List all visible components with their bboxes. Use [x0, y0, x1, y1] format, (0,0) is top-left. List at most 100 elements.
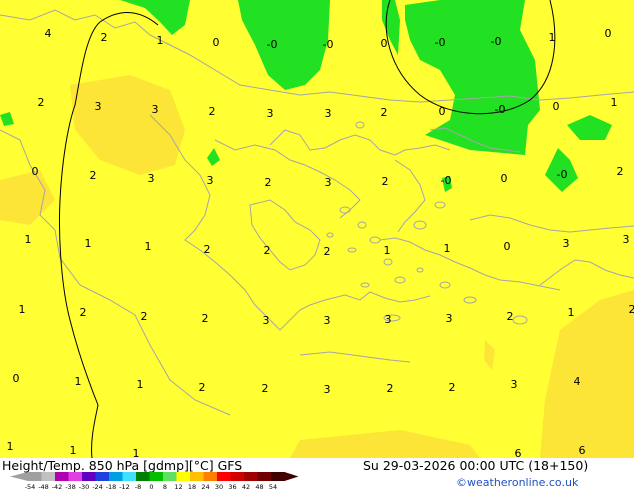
temperature-label: 4 — [574, 375, 581, 388]
temperature-label: -0 — [267, 38, 278, 51]
legend-tick-label: 48 — [255, 483, 263, 490]
legend-tick-label: 30 — [215, 483, 223, 490]
legend-tick-label: -8 — [135, 483, 141, 490]
legend-swatch — [244, 472, 258, 481]
legend-swatch — [271, 472, 285, 481]
temperature-label: 2 — [141, 310, 148, 323]
temperature-label: 2 — [90, 169, 97, 182]
temperature-label: 1 — [157, 34, 164, 47]
legend-swatch — [257, 472, 272, 481]
legend-swatch — [122, 472, 137, 481]
temperature-label: 2 — [80, 306, 87, 319]
temperature-label: 6 — [515, 447, 522, 458]
temperature-label: 1 — [549, 31, 556, 44]
temperature-label: 6 — [579, 444, 586, 457]
legend-swatch — [95, 472, 110, 481]
legend-tick-label: 24 — [201, 483, 209, 490]
temperature-label: 0 — [13, 372, 20, 385]
legend-tick-label: -42 — [52, 483, 63, 490]
legend-swatch — [149, 472, 164, 481]
legend-tick-label: 8 — [163, 483, 167, 490]
legend-tick-label: 36 — [228, 483, 236, 490]
temperature-label: 1 — [611, 96, 618, 109]
temperature-label: 1 — [133, 447, 140, 458]
temperature-label: 3 — [623, 233, 630, 246]
temperature-label: 0 — [504, 240, 511, 253]
temperature-label: 1 — [70, 444, 77, 457]
temperature-label: 2 — [262, 382, 269, 395]
legend-tick-label: 18 — [188, 483, 196, 490]
legend-swatch — [136, 472, 150, 481]
legend-swatch — [28, 472, 42, 481]
legend-tick-label: -30 — [79, 483, 90, 490]
temperature-label: -0 — [323, 38, 334, 51]
temperature-label: 4 — [45, 27, 52, 40]
temperature-label: 3 — [267, 107, 274, 120]
legend-swatch — [217, 472, 231, 481]
temperature-label: 0 — [439, 105, 446, 118]
legend-swatch — [230, 472, 245, 481]
legend-swatch — [109, 472, 123, 481]
map-title: Height/Temp. 850 hPa [gdmp][°C] GFS — [2, 458, 242, 473]
legend-swatch — [190, 472, 204, 481]
temperature-label: 0 — [553, 100, 560, 113]
temperature-label: 2 — [209, 105, 216, 118]
temperature-label: 1 — [137, 378, 144, 391]
legend-tick-label: -12 — [119, 483, 130, 490]
temperature-label: 3 — [152, 103, 159, 116]
temperature-label: 2 — [38, 96, 45, 109]
temperature-label: 1 — [7, 440, 14, 453]
legend-tick-label: 12 — [174, 483, 182, 490]
temperature-label: 0 — [501, 172, 508, 185]
temperature-label: 2 — [387, 382, 394, 395]
temperature-label: 3 — [95, 100, 102, 113]
temperature-label: 3 — [148, 172, 155, 185]
weather-map: 4 2 1 0 -0 -0 0 -0 -0 1 0 2 3 3 2 3 3 2 0 -0 0 1 0 2 3 3 2 3 2 -0 0 -0 2… — [0, 0, 634, 458]
temperature-label: 2 — [264, 244, 271, 257]
temperature-label: 1 — [75, 375, 82, 388]
temperature-label: 0 — [213, 36, 220, 49]
temperature-label: 3 — [325, 176, 332, 189]
temperature-label: 1 — [384, 244, 391, 257]
temperature-label: 2 — [265, 176, 272, 189]
map-datetime: Su 29-03-2026 00:00 UTC (18+150) — [363, 458, 588, 473]
temperature-label: -0 — [491, 35, 502, 48]
temperature-label: 2 — [381, 106, 388, 119]
temperature-label: 3 — [511, 378, 518, 391]
legend-tick-label: -18 — [106, 483, 117, 490]
credit-link[interactable]: ©weatheronline.co.uk — [456, 476, 579, 489]
temperature-label: 2 — [617, 165, 624, 178]
legend-tick-label: -38 — [65, 483, 76, 490]
temperature-label: 2 — [204, 243, 211, 256]
temperature-label: 1 — [444, 242, 451, 255]
temperature-label: -0 — [495, 103, 506, 116]
temperature-label: 2 — [324, 245, 331, 258]
legend-swatch — [203, 472, 218, 481]
legend-swatch — [41, 472, 56, 481]
temperature-label: 2 — [629, 303, 634, 316]
temperature-label: -0 — [441, 174, 452, 187]
legend-swatch — [55, 472, 69, 481]
legend-swatch — [176, 472, 191, 481]
temperature-label: 2 — [449, 381, 456, 394]
temperature-label: 3 — [207, 174, 214, 187]
temperature-label: 2 — [101, 31, 108, 44]
temperature-label: 3 — [325, 107, 332, 120]
legend-swatch — [68, 472, 83, 481]
temperature-label: 2 — [199, 381, 206, 394]
temperature-label: 0 — [605, 27, 612, 40]
legend-tick-label: -54 — [25, 483, 36, 490]
legend-tick-label: 42 — [242, 483, 250, 490]
temperature-label: 3 — [446, 312, 453, 325]
temperature-label: 1 — [145, 240, 152, 253]
legend-tick-label: -24 — [92, 483, 103, 490]
legend-swatch — [163, 472, 177, 481]
temperature-label: 3 — [385, 313, 392, 326]
temperature-label: 3 — [324, 383, 331, 396]
temperature-label: 3 — [324, 314, 331, 327]
temperature-label: 3 — [563, 237, 570, 250]
temperature-label: 1 — [19, 303, 26, 316]
temperature-label: 2 — [382, 175, 389, 188]
legend-arrow-left — [10, 472, 28, 481]
legend-tick-label: 0 — [149, 483, 153, 490]
